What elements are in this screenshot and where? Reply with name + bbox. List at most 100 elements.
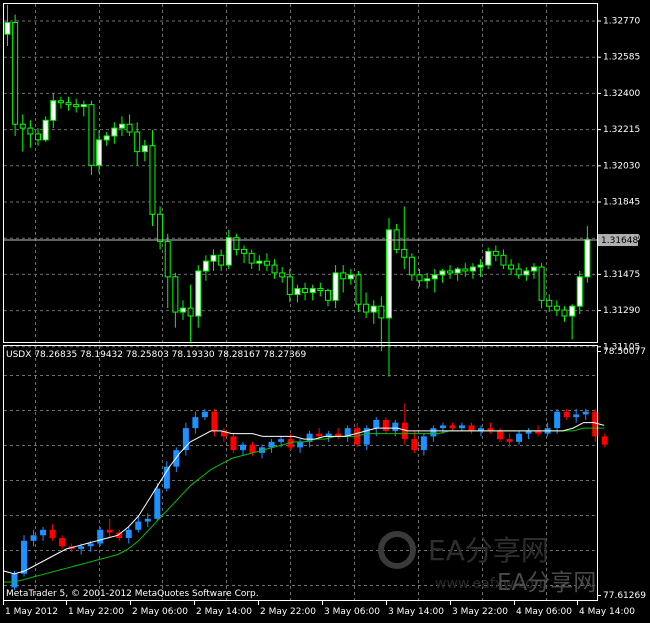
usdx-candle-body (21, 540, 28, 574)
usdx-candle-body (239, 444, 246, 451)
candle-body (340, 272, 347, 280)
usdx-candle (97, 527, 104, 547)
candle-body (546, 299, 553, 307)
candle-body (492, 250, 499, 256)
candle-body (111, 127, 118, 137)
candle-body (401, 248, 408, 258)
candle-body (57, 100, 64, 104)
usdx-candle-body (144, 518, 151, 522)
candle-body (271, 264, 278, 274)
candle-body (576, 276, 583, 307)
usdx-candle-body (373, 419, 380, 429)
usdx-candle-body (392, 422, 399, 431)
candle-body (347, 274, 354, 280)
candle-body (65, 102, 72, 106)
candle-body (378, 305, 385, 319)
price-tick-label: 1.32400 (603, 89, 640, 99)
price-tick-label: 1.32030 (603, 161, 640, 171)
candle-body (569, 305, 576, 317)
indicator-tick-label: 77.61269 (603, 591, 646, 601)
candle-body (256, 260, 263, 264)
candle-body (332, 272, 339, 301)
usdx-candle (230, 433, 237, 453)
candle-body (386, 229, 392, 319)
candle-body (355, 274, 362, 305)
usdx-candle-body (458, 425, 465, 429)
candle-body (73, 104, 80, 108)
candle-body (302, 288, 309, 293)
candle-body (179, 307, 186, 313)
time-tick-label: 4 May 06:00 (516, 607, 572, 617)
usdx-candle-body (563, 411, 570, 418)
candle-body (19, 123, 26, 129)
usdx-candle-body (439, 425, 446, 429)
usdx-candle-body (30, 535, 37, 541)
usdx-candle-body (11, 573, 18, 588)
usdx-candle-body (297, 441, 304, 448)
candle-body (454, 268, 461, 274)
candle-body (149, 145, 156, 215)
usdx-candle-body (411, 439, 418, 451)
usdx-candle-body (106, 529, 113, 533)
candle-body (241, 248, 248, 254)
usdx-candle-body (201, 411, 208, 418)
candle-body (530, 266, 537, 272)
candle-body (416, 274, 423, 282)
candle-body (202, 260, 209, 272)
current-price-label: 1.31648 (601, 236, 638, 246)
usdx-candle-body (249, 444, 256, 453)
price-candle (88, 100, 95, 176)
candle-body (218, 254, 225, 266)
candle-body (500, 254, 507, 266)
usdx-candle-body (573, 414, 580, 418)
candle-body (324, 290, 331, 301)
candle-body (561, 309, 568, 317)
candle-body (439, 270, 446, 276)
candle-body (4, 21, 11, 35)
usdx-candle-body (316, 433, 323, 437)
usdx-candle-body (78, 546, 85, 550)
usdx-candle-body (554, 411, 561, 429)
price-tick-label: 1.31290 (603, 306, 640, 316)
copyright-text: MetaTrader 5, © 2001-2012 MetaQuotes Sof… (6, 589, 259, 599)
price-tick-label: 1.32585 (603, 53, 640, 63)
usdx-candle-body (430, 428, 437, 437)
candle-body (279, 272, 286, 278)
candle-body (80, 104, 87, 108)
usdx-candle-body (125, 529, 132, 539)
usdx-candle-body (582, 411, 589, 415)
indicator-header: USDX 78.26835 78.19432 78.25803 78.19330… (6, 350, 306, 360)
candle-body (35, 133, 42, 141)
usdx-candle-body (268, 441, 275, 448)
candle-body (584, 239, 591, 278)
usdx-candle-body (420, 436, 427, 451)
usdx-candle-body (449, 425, 456, 429)
price-tick-label: 1.31845 (603, 198, 640, 208)
usdx-candle-body (497, 430, 504, 440)
candle-body (164, 241, 171, 278)
candle-body (248, 252, 255, 264)
price-tick-label: 1.32215 (603, 125, 640, 135)
candle-body (134, 131, 141, 153)
price-tick-label: 1.31475 (603, 270, 640, 280)
usdx-candle-body (382, 419, 389, 431)
candle-body (12, 21, 19, 125)
candle-body (96, 139, 103, 166)
price-tick-label: 1.32770 (603, 17, 640, 27)
candle-body (309, 288, 316, 293)
usdx-candle-body (211, 411, 218, 431)
trading-chart: EA分享网 www.eafxw.com EA分享网 1.327701.32585… (0, 0, 650, 623)
usdx-candle-body (97, 529, 104, 544)
usdx-candle-body (59, 538, 66, 547)
usdx-candle-body (49, 529, 56, 539)
usdx-candle-body (87, 543, 94, 547)
candle-body (263, 260, 270, 266)
indicator-tick-label: 78.50077 (603, 347, 646, 357)
candle-body (462, 268, 469, 272)
usdx-candle-body (163, 466, 170, 489)
candle-body (187, 307, 194, 317)
time-tick-label: 1 May 22:00 (68, 607, 124, 617)
candle-body (431, 274, 438, 280)
candle-body (408, 256, 415, 276)
price-candle (12, 14, 19, 136)
